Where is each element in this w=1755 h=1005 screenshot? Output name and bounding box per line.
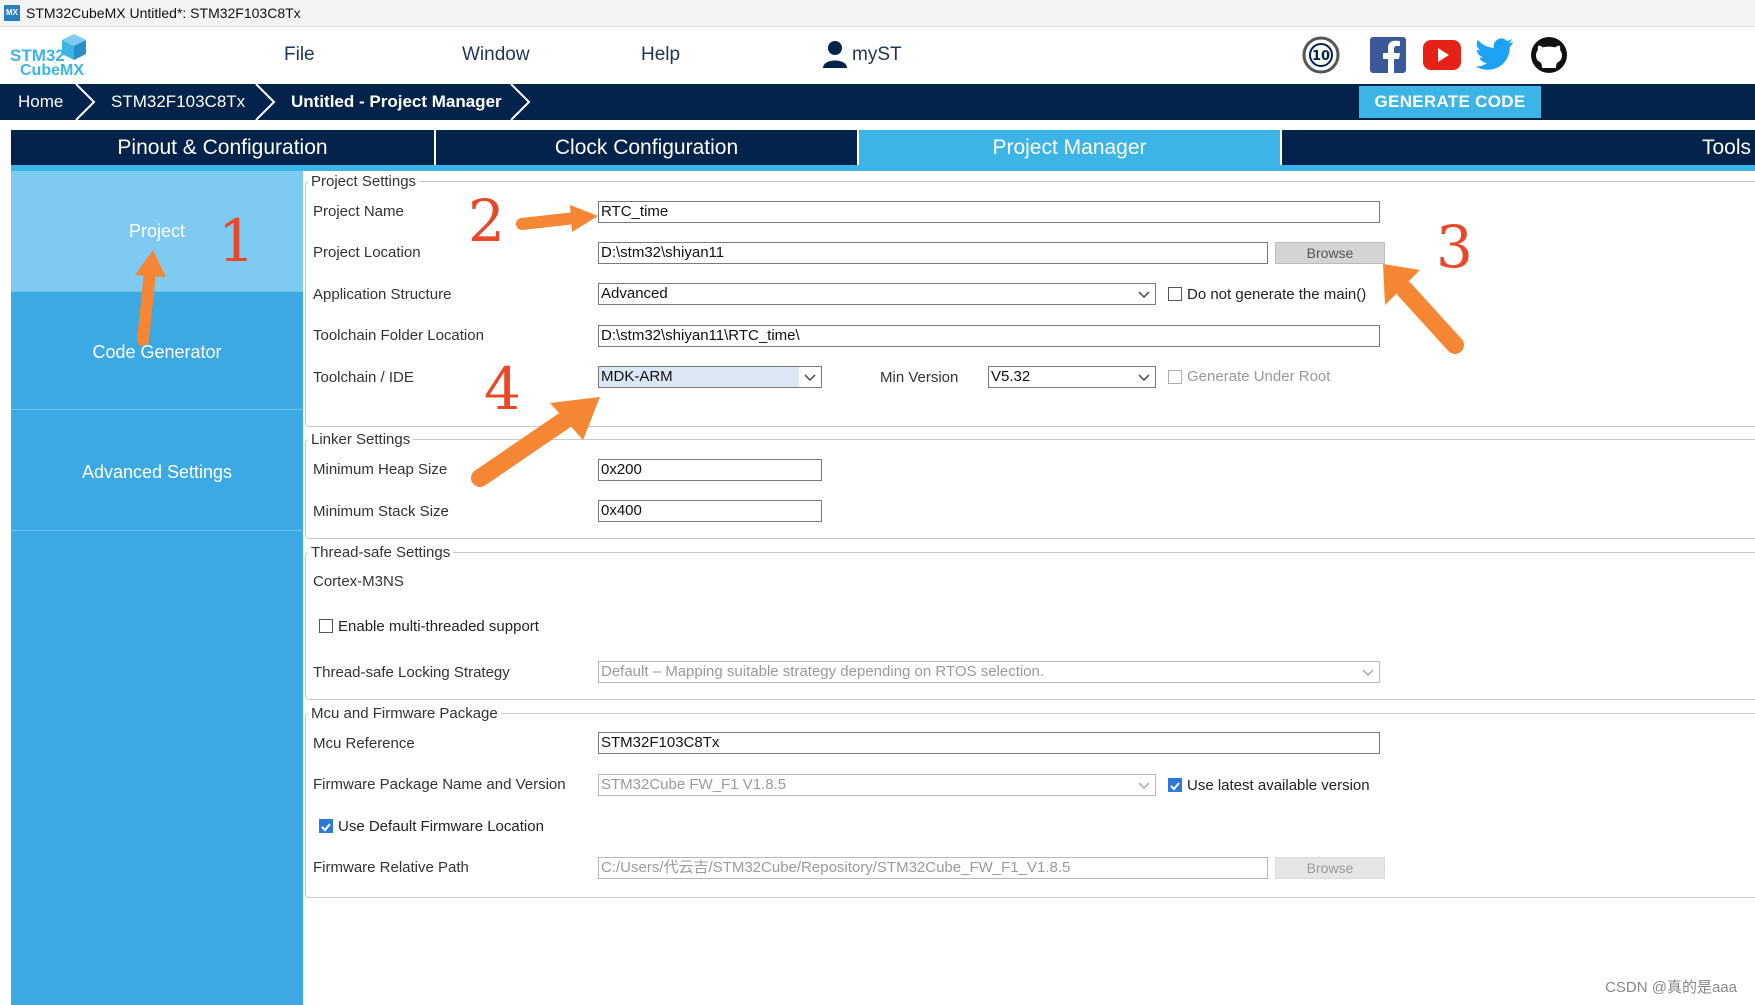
sidebar-item-project[interactable]: Project [11, 171, 303, 292]
multi-threaded-checkbox[interactable] [319, 619, 333, 633]
window-title: STM32CubeMX Untitled*: STM32F103C8Tx [26, 5, 301, 21]
min-heap-input[interactable]: 0x200 [598, 459, 822, 481]
svg-text:10: 10 [1312, 49, 1330, 64]
firmware-path-input[interactable]: C:/Users/代云吉/STM32Cube/Repository/STM32C… [598, 857, 1268, 879]
tab-clock-configuration[interactable]: Clock Configuration [436, 130, 857, 166]
do-not-generate-main-checkbox[interactable] [1168, 287, 1182, 301]
chevron-down-icon [1362, 669, 1374, 677]
annotation-number-2: 2 [468, 187, 505, 255]
firmware-path-browse-button[interactable]: Browse [1275, 857, 1385, 879]
multi-threaded-label: Enable multi-threaded support [338, 618, 539, 635]
facebook-icon[interactable] [1370, 37, 1406, 78]
min-version-select[interactable]: V5.32 [988, 366, 1156, 388]
application-structure-label: Application Structure [313, 286, 452, 303]
mcu-reference-input[interactable]: STM32F103C8Tx [598, 732, 1380, 754]
locking-strategy-select[interactable]: Default – Mapping suitable strategy depe… [598, 661, 1380, 683]
tab-tools[interactable]: Tools [1282, 130, 1755, 166]
firmware-package-select[interactable]: STM32Cube FW_F1 V1.8.5 [598, 774, 1156, 796]
generate-under-root-checkbox[interactable] [1168, 370, 1182, 384]
chevron-down-icon [1138, 374, 1150, 382]
anniversary-10-icon[interactable]: 10 [1302, 36, 1340, 79]
project-location-input[interactable]: D:\stm32\shiyan11 [598, 242, 1268, 264]
logo-text-cubemx: CubeMX [20, 62, 84, 79]
thread-safe-legend: Thread-safe Settings [308, 544, 454, 561]
firmware-package-label: Firmware Package Name and Version [313, 776, 566, 793]
linker-settings-group [305, 439, 1755, 539]
menu-file[interactable]: File [284, 44, 315, 66]
core-name-label: Cortex-M3NS [313, 573, 404, 590]
project-location-label: Project Location [313, 244, 421, 261]
sidebar-item-label: Advanced Settings [81, 462, 233, 482]
breadcrumb-chevron-icon [255, 84, 276, 120]
project-name-input[interactable]: RTC_time [598, 201, 1380, 223]
min-stack-label: Minimum Stack Size [313, 503, 449, 520]
locking-strategy-label: Thread-safe Locking Strategy [313, 664, 510, 681]
menu-myst[interactable]: myST [852, 44, 902, 66]
application-structure-value: Advanced [601, 285, 668, 302]
breadcrumb-home[interactable]: Home [18, 84, 63, 120]
youtube-icon[interactable] [1423, 40, 1461, 75]
toolchain-ide-value: MDK-ARM [599, 367, 799, 387]
toolchain-folder-input[interactable]: D:\stm32\shiyan11\RTC_time\ [598, 325, 1380, 347]
use-default-fw-location-checkbox[interactable] [319, 819, 333, 833]
linker-settings-legend: Linker Settings [308, 431, 414, 448]
checkmark-icon [1170, 782, 1180, 791]
watermark: CSDN @真的是aaa [1605, 979, 1737, 996]
tab-pinout-configuration[interactable]: Pinout & Configuration [11, 130, 434, 166]
toolchain-ide-select[interactable]: MDK-ARM [598, 366, 822, 388]
min-version-value: V5.32 [991, 368, 1031, 385]
sidebar-item-code-generator[interactable]: Code Generator [11, 292, 303, 410]
breadcrumb-chevron-icon [75, 84, 96, 120]
sidebar-item-label: Project [128, 221, 186, 241]
checkmark-icon [321, 823, 331, 832]
toolchain-ide-label: Toolchain / IDE [313, 369, 414, 386]
use-latest-version-label: Use latest available version [1187, 777, 1370, 794]
project-settings-legend: Project Settings [308, 173, 420, 190]
annotation-number-1: 1 [218, 207, 255, 275]
chevron-down-icon [1138, 291, 1150, 299]
annotation-number-4: 4 [484, 355, 521, 423]
min-heap-label: Minimum Heap Size [313, 461, 448, 478]
generate-code-button[interactable]: GENERATE CODE [1359, 86, 1541, 118]
tab-project-manager[interactable]: Project Manager [859, 130, 1280, 166]
sidebar-item-advanced-settings[interactable]: Advanced Settings [11, 410, 303, 531]
chevron-down-icon [1138, 782, 1150, 790]
project-location-browse-button[interactable]: Browse [1275, 242, 1385, 264]
mcu-firmware-legend: Mcu and Firmware Package [308, 705, 501, 722]
twitter-icon[interactable] [1475, 38, 1514, 75]
menu-help[interactable]: Help [641, 44, 680, 66]
breadcrumb-chevron-icon [510, 84, 531, 120]
firmware-path-label: Firmware Relative Path [313, 859, 469, 876]
toolchain-folder-label: Toolchain Folder Location [313, 327, 484, 344]
app-icon: MX [4, 5, 20, 21]
generate-under-root-label: Generate Under Root [1187, 368, 1331, 385]
locking-strategy-value: Default – Mapping suitable strategy depe… [601, 663, 1045, 680]
use-latest-version-checkbox[interactable] [1168, 778, 1182, 792]
project-name-label: Project Name [313, 203, 404, 220]
mcu-reference-label: Mcu Reference [313, 735, 415, 752]
github-icon[interactable] [1530, 36, 1568, 79]
min-stack-input[interactable]: 0x400 [598, 500, 822, 522]
do-not-generate-main-label: Do not generate the main() [1187, 286, 1367, 303]
menu-window[interactable]: Window [462, 44, 530, 66]
tabs-spacer [0, 120, 1755, 130]
breadcrumb-current[interactable]: Untitled - Project Manager [291, 84, 502, 120]
firmware-package-value: STM32Cube FW_F1 V1.8.5 [601, 776, 787, 793]
min-version-label: Min Version [880, 369, 959, 386]
sidebar-item-label: Code Generator [92, 342, 222, 362]
use-default-fw-location-label: Use Default Firmware Location [338, 818, 544, 835]
chevron-down-icon [804, 374, 816, 382]
user-icon [822, 40, 848, 73]
application-structure-select[interactable]: Advanced [598, 283, 1156, 305]
annotation-number-3: 3 [1436, 213, 1473, 281]
breadcrumb-device[interactable]: STM32F103C8Tx [111, 84, 245, 120]
